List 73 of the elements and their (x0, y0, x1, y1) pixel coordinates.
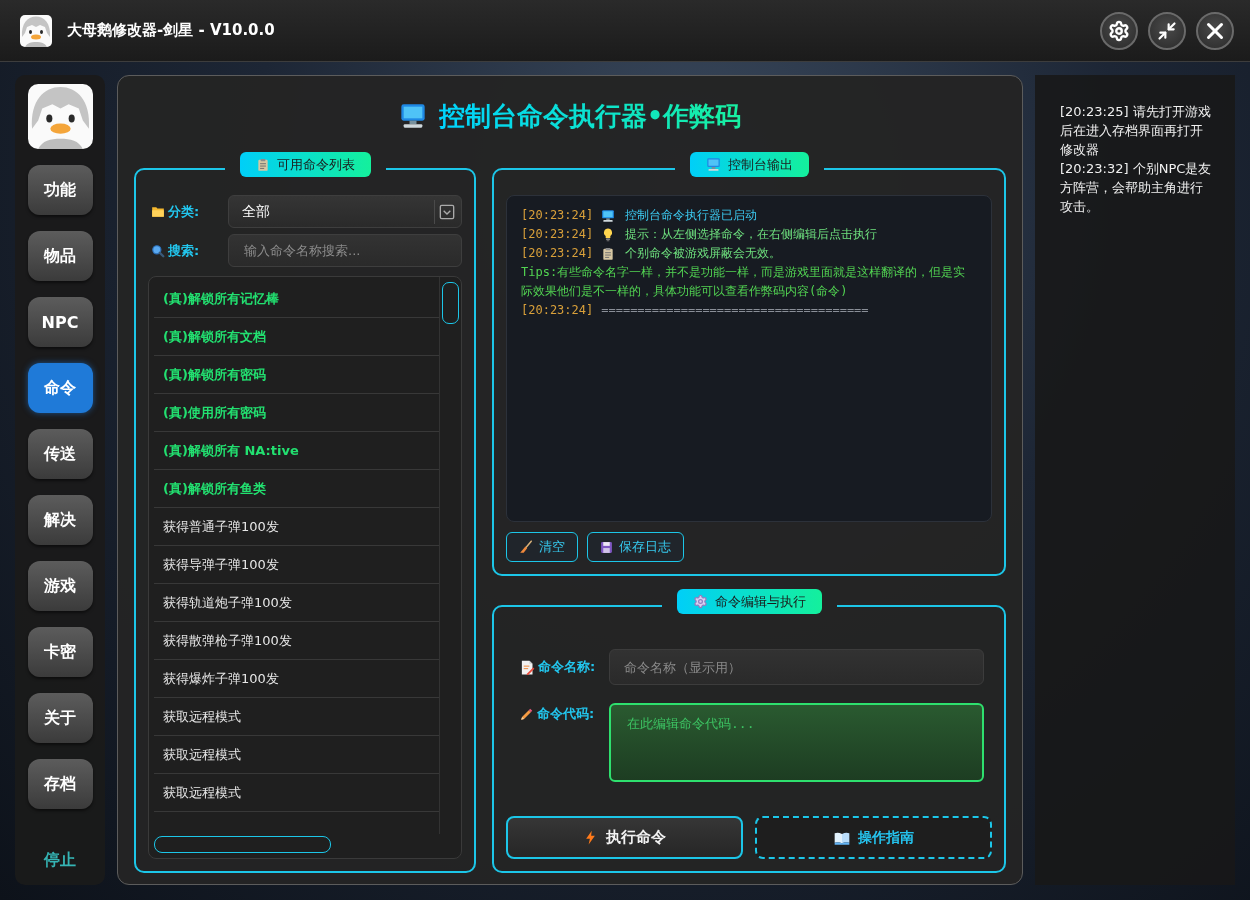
log-timestamp: [20:23:24] (521, 207, 594, 224)
log-message: 提示：从左侧选择命令，在右侧编辑后点击执行 (625, 226, 878, 243)
log-message: Tips:有些命令名字一样，并不是功能一样，而是游戏里面就是这样翻译的，但是实际效果他们是不一样的，具体功能可以查看作弊码内容(命令) (521, 264, 967, 300)
field-label: 命令名称: (538, 658, 596, 676)
broom-icon (519, 540, 533, 554)
section-title: 命令编辑与执行 (714, 592, 806, 611)
notification-text: [20:23:32] 个别NPC是友方阵营，会帮助主角进行攻击。 (1060, 160, 1213, 216)
command-list-item[interactable]: 获得导弹子弹100发 (154, 546, 439, 584)
section-title: 可用命令列表 (276, 155, 355, 174)
mascot-avatar-icon (27, 84, 93, 149)
sidebar-item[interactable]: 存档 (27, 759, 93, 809)
minimize-button[interactable] (1148, 11, 1186, 50)
command-list-item[interactable]: (真)解锁所有 NA:tive (154, 432, 439, 470)
gear-icon (692, 594, 708, 609)
field-label: 搜索: (168, 241, 200, 260)
log-timestamp: [20:23:24] (521, 245, 594, 262)
monitor-icon (398, 102, 427, 130)
sidebar-item[interactable]: 游戏 (27, 561, 93, 611)
sidebar-item[interactable]: 物品 (27, 231, 93, 281)
log-message: 控制台命令执行器已启动 (625, 207, 758, 224)
execute-button[interactable]: 执行命令 (506, 816, 743, 859)
scrollbar-thumb[interactable] (442, 282, 459, 324)
sidebar-item[interactable]: 解决 (27, 495, 93, 545)
guide-button[interactable]: 操作指南 (755, 816, 992, 859)
search-field[interactable]: 输入命令名称搜索... (228, 234, 462, 267)
settings-button[interactable] (1100, 11, 1138, 50)
scrollbar-thumb[interactable] (154, 836, 331, 853)
command-list-item[interactable]: (真)解锁所有密码 (154, 356, 439, 394)
command-list-item[interactable]: 获取远程模式 (154, 736, 439, 774)
sidebar-item[interactable]: 关于 (27, 693, 93, 743)
pencil-icon (520, 707, 534, 721)
field-label: 分类: (168, 202, 200, 221)
notification-text: [20:23:25] 请先打开游戏后在进入存档界面再打开修改器 (1060, 103, 1212, 159)
command-name-field[interactable]: 命令名称（显示用） (609, 649, 984, 685)
dropdown-caret-icon (439, 203, 455, 220)
sidebar-item[interactable]: NPC (27, 297, 93, 347)
command-list-item[interactable]: 获得轨道炮子弹100发 (154, 584, 439, 622)
command-code-field[interactable]: 在此编辑命令代码... (609, 703, 984, 782)
log-timestamp: [20:23:24] (521, 302, 594, 319)
command-list-item[interactable]: (真)解锁所有记忆棒 (154, 280, 439, 318)
stop-button[interactable]: 停止 (44, 850, 76, 871)
window-title: 大母鹅修改器-剑星 - V10.0.0 (67, 21, 275, 40)
monitor-icon (601, 208, 616, 223)
section-title: 控制台输出 (727, 155, 793, 174)
command-list-item[interactable]: (真)解锁所有文档 (154, 318, 439, 356)
sidebar-item[interactable]: 传送 (27, 429, 93, 479)
close-button[interactable] (1196, 11, 1234, 50)
command-list-item[interactable]: 获得爆炸子弹100发 (154, 660, 439, 698)
clipboard-icon (601, 246, 616, 261)
command-list-item[interactable]: 获得散弹枪子弹100发 (154, 622, 439, 660)
shrink-arrows-icon (1157, 20, 1177, 41)
save-log-button[interactable]: 保存日志 (587, 532, 684, 562)
sidebar-item[interactable]: 卡密 (27, 627, 93, 677)
field-label: 命令代码: (537, 705, 595, 723)
log-timestamp: [20:23:24] (521, 226, 594, 243)
command-list-item[interactable]: (真)使用所有密码 (154, 394, 439, 432)
folder-icon (151, 204, 165, 219)
search-icon (151, 243, 165, 258)
command-list-item[interactable]: (真)解锁所有鱼类 (154, 470, 439, 508)
category-select[interactable]: 全部 (228, 195, 462, 228)
clear-button[interactable]: 清空 (506, 532, 578, 562)
sidebar-item[interactable]: 命令 (27, 363, 93, 413)
command-list-item[interactable]: 获得普通子弹100发 (154, 508, 439, 546)
log-message: ===================================== (601, 302, 869, 319)
sidebar-item[interactable]: 功能 (27, 165, 93, 215)
mascot-logo-icon (20, 14, 52, 47)
command-list-item[interactable]: 获取远程模式 (154, 698, 439, 736)
clipboard-icon (255, 157, 270, 172)
settings-icon (1108, 19, 1130, 42)
monitor-icon (705, 157, 721, 172)
command-list-item[interactable]: 获取远程模式 (154, 774, 439, 812)
document-icon (520, 659, 535, 675)
log-message: 个别命令被游戏屏蔽会无效。 (625, 245, 782, 262)
